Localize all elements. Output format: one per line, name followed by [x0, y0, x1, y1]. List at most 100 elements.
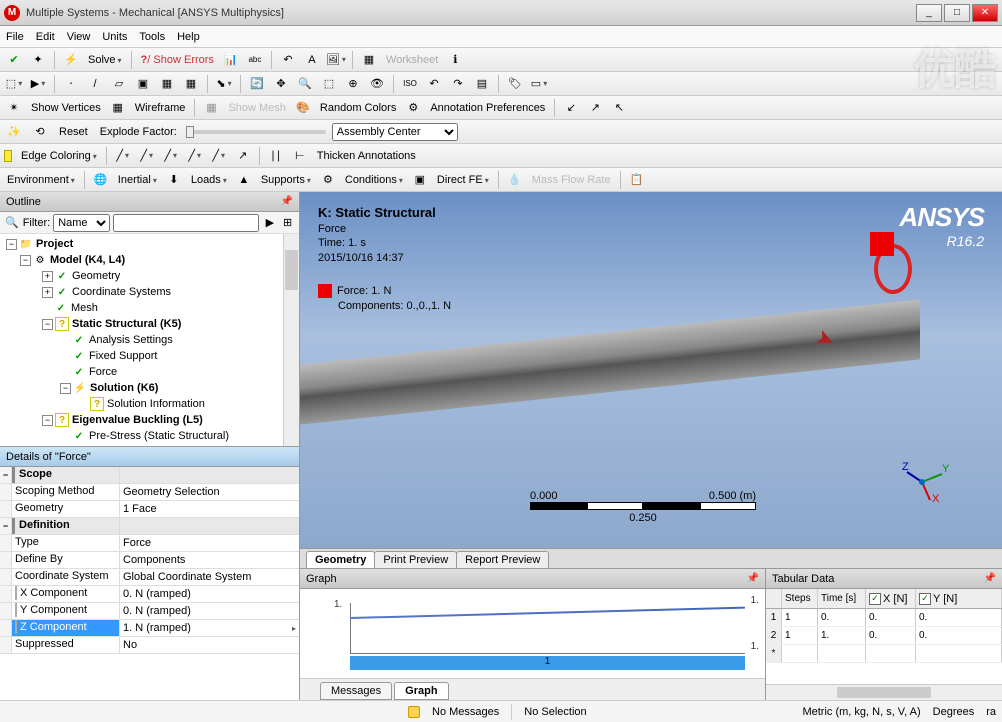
menu-file[interactable]: File: [6, 31, 24, 43]
prev-view-icon[interactable]: ↶: [424, 74, 444, 94]
conditions-icon[interactable]: ⚙: [318, 170, 338, 190]
inertial-icon[interactable]: 🌐: [91, 170, 111, 190]
inertial-menu[interactable]: Inertial: [115, 174, 160, 186]
show-vertices-icon[interactable]: ✴: [4, 98, 24, 118]
lookat-icon[interactable]: 👁: [367, 74, 387, 94]
tree-solution[interactable]: Solution (K6): [90, 382, 158, 394]
directfe-menu[interactable]: Direct FE: [434, 174, 492, 186]
display-icon[interactable]: ▭: [529, 74, 549, 94]
suppressed-val[interactable]: No: [120, 637, 299, 653]
edge-select-icon[interactable]: /: [85, 74, 105, 94]
col-y[interactable]: ✓Y [N]: [916, 589, 1002, 608]
col-x[interactable]: ✓X [N]: [866, 589, 916, 608]
menu-units[interactable]: Units: [102, 31, 127, 43]
annotation-prefs-button[interactable]: Annotation Preferences: [427, 102, 548, 114]
random-colors-button[interactable]: Random Colors: [317, 102, 399, 114]
close-button[interactable]: ✕: [972, 4, 998, 22]
tree-force[interactable]: Force: [89, 366, 117, 378]
image-icon[interactable]: 🖼: [326, 50, 346, 70]
massflow-icon[interactable]: 💧: [505, 170, 525, 190]
col-steps[interactable]: Steps: [782, 589, 818, 608]
edge-coloring-button[interactable]: Edge Coloring: [18, 150, 100, 162]
thicken-button[interactable]: Thicken Annotations: [314, 150, 419, 162]
tabular-pin-icon[interactable]: 📌: [984, 573, 996, 584]
checkmark-icon[interactable]: ✔: [4, 50, 24, 70]
force-marker[interactable]: [870, 232, 894, 256]
menu-edit[interactable]: Edit: [36, 31, 55, 43]
geometry-val[interactable]: 1 Face: [120, 501, 299, 517]
node-select-icon[interactable]: ▦: [157, 74, 177, 94]
tree-geometry[interactable]: Geometry: [72, 270, 120, 282]
face-select-icon[interactable]: ▱: [109, 74, 129, 94]
tabular-scrollbar[interactable]: [766, 684, 1002, 700]
cs-val[interactable]: Global Coordinate System: [120, 569, 299, 585]
filter-icon[interactable]: 🔍: [4, 213, 20, 233]
random-colors-icon[interactable]: 🎨: [293, 98, 313, 118]
table-row[interactable]: 211.0.0.: [766, 627, 1002, 645]
edge-style2-icon[interactable]: ╱: [137, 146, 157, 166]
menu-help[interactable]: Help: [177, 31, 200, 43]
select-arrow-icon[interactable]: ▶: [28, 74, 48, 94]
edge-arrow-icon[interactable]: ↗: [233, 146, 253, 166]
edge-style5-icon[interactable]: ╱: [209, 146, 229, 166]
tree-mesh[interactable]: Mesh: [71, 302, 98, 314]
wireframe-icon[interactable]: ▦: [108, 98, 128, 118]
solve-button[interactable]: Solve: [85, 54, 125, 66]
tree-coords[interactable]: Coordinate Systems: [72, 286, 171, 298]
edge-style1-icon[interactable]: ╱: [113, 146, 133, 166]
select-mode-icon[interactable]: ⬚: [4, 74, 24, 94]
graph-area[interactable]: 1. 1. 1. 1: [300, 589, 765, 678]
tree-model[interactable]: Model (K4, L4): [50, 254, 125, 266]
worksheet-icon[interactable]: ▦: [359, 50, 379, 70]
tree-eigen[interactable]: Eigenvalue Buckling (L5): [72, 414, 203, 426]
thicken-icon[interactable]: ∣∣: [266, 146, 286, 166]
edge-style3-icon[interactable]: ╱: [161, 146, 181, 166]
zoom-box-icon[interactable]: ⬚: [319, 74, 339, 94]
beam-geometry[interactable]: [300, 299, 920, 424]
vertex-select-icon[interactable]: ⋅: [61, 74, 81, 94]
extend-icon[interactable]: ⬊: [214, 74, 234, 94]
fit-icon[interactable]: ⊕: [343, 74, 363, 94]
no-messages-label[interactable]: No Messages: [432, 706, 499, 718]
section-definition[interactable]: Definition: [12, 518, 120, 534]
messages-icon[interactable]: [408, 706, 420, 718]
wireframe-button[interactable]: Wireframe: [132, 102, 189, 114]
tree-solinfo[interactable]: Solution Information: [107, 398, 205, 410]
pan-icon[interactable]: ✥: [271, 74, 291, 94]
ycomp-val[interactable]: 0. N (ramped): [120, 603, 299, 619]
scoping-method-val[interactable]: Geometry Selection: [120, 484, 299, 500]
graph-pin-icon[interactable]: 📌: [747, 573, 759, 584]
type-val[interactable]: Force: [120, 535, 299, 551]
tab-graph[interactable]: Graph: [394, 682, 448, 700]
section-scope[interactable]: Scope: [12, 467, 120, 483]
text-icon[interactable]: A: [302, 50, 322, 70]
table-row[interactable]: 110.0.0.: [766, 609, 1002, 627]
tab-geometry[interactable]: Geometry: [306, 551, 375, 568]
geometry-viewport[interactable]: K: Static Structural Force Time: 1. s 20…: [300, 192, 1002, 548]
chart-icon[interactable]: 📊: [221, 50, 241, 70]
supports-icon[interactable]: ▲: [234, 170, 254, 190]
defineby-val[interactable]: Components: [120, 552, 299, 568]
pointer-icon[interactable]: ℹ: [445, 50, 465, 70]
element-select-icon[interactable]: ▦: [181, 74, 201, 94]
tab-report-preview[interactable]: Report Preview: [456, 551, 549, 568]
filter-input[interactable]: [113, 214, 259, 232]
tree-fixed[interactable]: Fixed Support: [89, 350, 157, 362]
reset-button[interactable]: Reset: [56, 126, 91, 138]
xcomp-val[interactable]: 0. N (ramped): [120, 586, 299, 602]
target-icon[interactable]: ✦: [28, 50, 48, 70]
next-view-icon[interactable]: ↷: [448, 74, 468, 94]
assembly-select[interactable]: Assembly Center: [332, 123, 458, 141]
pin-icon[interactable]: 📌: [281, 196, 293, 207]
tree-prestress[interactable]: Pre-Stress (Static Structural): [89, 430, 229, 442]
reset-icon[interactable]: ⟲: [30, 122, 50, 142]
tree-scrollbar[interactable]: [283, 234, 299, 446]
annotation-prefs-icon[interactable]: ⚙: [403, 98, 423, 118]
zoom-icon[interactable]: 🔍: [295, 74, 315, 94]
show-mesh-icon[interactable]: ▦: [201, 98, 221, 118]
abc-icon[interactable]: abc: [245, 50, 265, 70]
filter-select[interactable]: Name: [53, 214, 110, 232]
directfe-icon[interactable]: ▣: [410, 170, 430, 190]
outline-tree[interactable]: −📁Project −⚙Model (K4, L4) +✓Geometry +✓…: [0, 234, 299, 446]
show-vertices-button[interactable]: Show Vertices: [28, 102, 104, 114]
